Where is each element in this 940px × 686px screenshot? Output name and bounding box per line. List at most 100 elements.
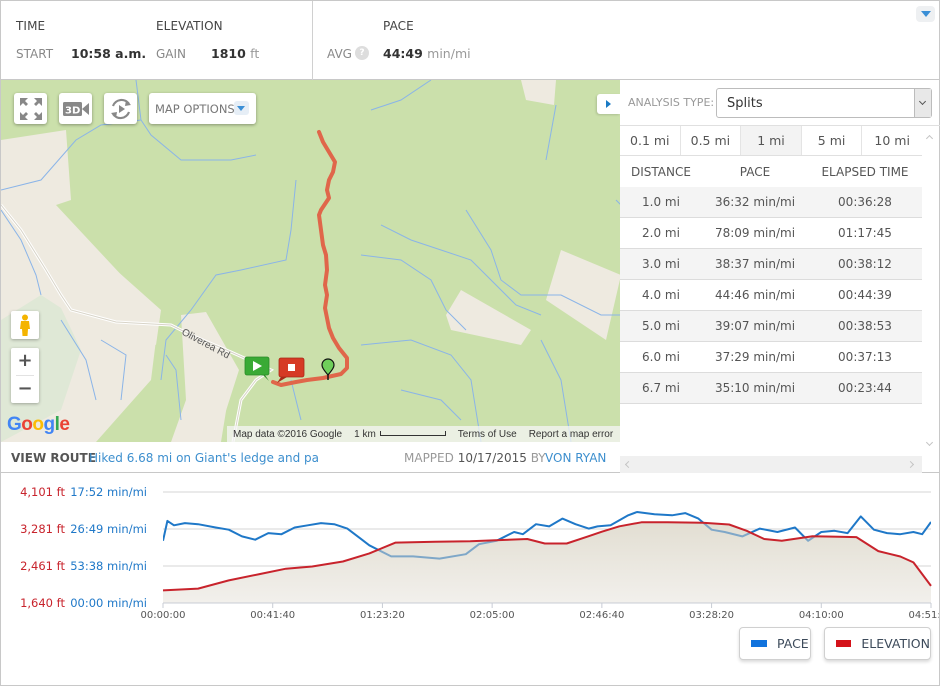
cell-elapsed: 00:23:44 [838, 381, 892, 395]
map-clearing [196, 375, 231, 442]
legend-elevation-label: ELEVATION [861, 636, 930, 651]
analysis-type-select[interactable]: Splits [716, 88, 932, 118]
report-error-link[interactable]: Report a map error [529, 429, 613, 440]
table-row: 3.0 mi 38:37 min/mi 00:38:12 [620, 249, 922, 280]
cell-pace: 35:10 min/mi [714, 381, 796, 395]
splits-table: 1.0 mi 36:32 min/mi 00:36:28 2.0 mi 78:09 m… [620, 187, 922, 404]
cell-distance: 4.0 mi [642, 288, 680, 302]
table-row: 1.0 mi 36:32 min/mi 00:36:28 [620, 187, 922, 218]
logo-letter: o [32, 414, 44, 435]
legend-elevation-toggle[interactable]: ELEVATION [824, 627, 931, 660]
google-logo[interactable]: Google [7, 414, 70, 436]
help-icon[interactable]: ? [355, 46, 369, 60]
table-row: 4.0 mi 44:46 min/mi 00:44:39 [620, 280, 922, 311]
map-options-label: MAP OPTIONS [155, 101, 235, 116]
video-3d-icon: 3D [62, 101, 89, 116]
stats-divider [312, 1, 313, 80]
logo-letter: G [7, 414, 22, 435]
scale-label: 1 km [354, 428, 376, 440]
analysis-type-value: Splits [727, 96, 763, 111]
vertical-scrollbar[interactable] [922, 126, 939, 456]
x-tick-label: 04:10:00 [799, 610, 844, 621]
gain-value: 1810 ft [211, 46, 259, 61]
gain-number: 1810 [211, 46, 246, 61]
x-tick-label: 02:05:00 [470, 610, 515, 621]
user-link[interactable]: VON RYAN [545, 451, 606, 465]
map-data-credit: Map data ©2016 Google [233, 428, 343, 440]
scale-bar [379, 431, 446, 437]
terms-link[interactable]: Terms of Use [458, 429, 517, 440]
cell-distance: 2.0 mi [642, 226, 680, 240]
collapse-stats-button[interactable] [916, 6, 935, 22]
pace-heading: PACE [383, 19, 414, 33]
gain-label: GAIN [156, 47, 187, 61]
time-heading: TIME [16, 19, 46, 33]
view-3d-button[interactable]: 3D [59, 93, 92, 124]
pace-axis-label: 00:00 min/mi [70, 596, 147, 610]
cell-elapsed: 00:37:13 [838, 350, 892, 364]
elevation-pace-chart: 4,101 ft 17:52 min/mi 3,281 ft 26:49 min/mi… [0, 473, 940, 686]
summary-stats: TIME START 10:58 a.m. ELEVATION GAIN 181… [0, 0, 940, 80]
fullscreen-button[interactable] [14, 93, 47, 124]
logo-letter: o [21, 414, 33, 435]
street-view-button[interactable] [11, 311, 39, 339]
zoom-out-button[interactable]: − [11, 376, 39, 403]
tab-1-mi[interactable]: 1 mi [741, 126, 802, 155]
elevation-axis-label: 3,281 ft [20, 522, 65, 536]
tab-0-5-mi[interactable]: 0.5 mi [681, 126, 742, 155]
avg-label: AVG [327, 47, 352, 61]
pegman-icon [20, 314, 30, 336]
cell-elapsed: 00:36:28 [838, 195, 892, 209]
route-name-link[interactable]: Hiked 6.68 mi on Giant's ledge and pa [89, 451, 319, 465]
cell-pace: 78:09 min/mi [714, 226, 796, 240]
splits-table-header: DISTANCE PACE ELAPSED TIME [620, 157, 922, 187]
zoom-in-button[interactable]: + [11, 348, 39, 375]
chevron-down-icon [914, 89, 931, 117]
by-label: BY [530, 451, 546, 465]
x-tick-label: 00:41:40 [250, 610, 295, 621]
map-clearing [441, 80, 556, 105]
route-map[interactable]: Oliverea Rd 3D MAP OPTIONS + − Google Ma… [0, 80, 620, 442]
mapped-date: 10/17/2015 [457, 451, 527, 465]
table-row: 6.0 mi 37:29 min/mi 00:37:13 [620, 342, 922, 373]
view-3d-label: 3D [65, 105, 80, 116]
scroll-left-icon[interactable] [624, 460, 633, 469]
cell-pace: 38:37 min/mi [714, 257, 796, 271]
map-options-button[interactable]: MAP OPTIONS [149, 93, 256, 124]
cell-distance: 1.0 mi [642, 195, 680, 209]
cell-distance: 5.0 mi [642, 319, 680, 333]
scale-control[interactable]: 1 km [354, 429, 446, 440]
table-row: 2.0 mi 78:09 min/mi 01:17:45 [620, 218, 922, 249]
logo-letter: g [43, 414, 56, 435]
panel-toggle-button[interactable] [597, 94, 620, 114]
cell-pace: 36:32 min/mi [714, 195, 796, 209]
chevron-down-icon [234, 101, 249, 115]
horizontal-scrollbar[interactable] [620, 456, 922, 473]
map-tiles: Oliverea Rd [1, 80, 620, 442]
tab-10-mi[interactable]: 10 mi [862, 126, 922, 155]
tab-5-mi[interactable]: 5 mi [802, 126, 863, 155]
elevation-axis-label: 4,101 ft [20, 485, 65, 499]
map-attribution: Map data ©2016 Google 1 km Terms of Use … [227, 426, 620, 442]
scroll-up-icon[interactable] [925, 134, 934, 143]
cell-pace: 39:07 min/mi [714, 319, 796, 333]
fullscreen-icon [19, 97, 42, 120]
pace-axis-label: 17:52 min/mi [70, 485, 147, 499]
tab-0-1-mi[interactable]: 0.1 mi [620, 126, 681, 155]
cell-distance: 6.0 mi [642, 350, 680, 364]
start-marker[interactable] [244, 356, 270, 381]
cell-elapsed: 00:44:39 [838, 288, 892, 302]
avg-pace-unit: min/mi [427, 46, 471, 61]
scroll-down-icon[interactable] [925, 438, 934, 447]
cell-elapsed: 01:17:45 [838, 226, 892, 240]
cell-distance: 6.7 mi [642, 381, 680, 395]
avg-pace-number: 44:49 [383, 46, 423, 61]
scroll-right-icon[interactable] [906, 460, 915, 469]
avg-pace-value: 44:49 min/mi [383, 46, 471, 61]
logo-letter: e [59, 414, 70, 435]
x-tick-label: 01:23:20 [360, 610, 405, 621]
gain-unit: ft [250, 46, 260, 61]
legend-pace-toggle[interactable]: PACE [739, 627, 811, 660]
table-row: 5.0 mi 39:07 min/mi 00:38:53 [620, 311, 922, 342]
replay-button[interactable] [104, 93, 137, 124]
